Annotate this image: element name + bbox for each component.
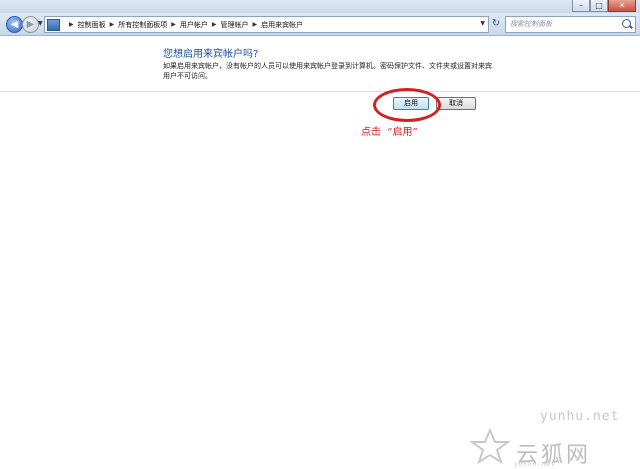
address-bar[interactable]: ▶ 控制面板 ▶ 所有控制面板项 ▶ 用户帐户 ▶ 管理帐户 ▶ 启用来宾帐户 …	[44, 16, 489, 33]
chevron-right-icon[interactable]: ▶	[212, 21, 217, 28]
breadcrumb-item-all-items[interactable]: 所有控制面板项	[118, 20, 167, 30]
annotation-text: 点击 “启用”	[361, 127, 418, 138]
refresh-button[interactable]: ↻	[490, 16, 502, 31]
main-content: 您想启用来宾帐户吗? 如果启用来宾帐户，没有帐户的人员可以使用来宾帐户登录到计算…	[0, 36, 640, 466]
page-title: 您想启用来宾帐户吗?	[163, 49, 259, 60]
highlight-circle	[373, 88, 441, 122]
window-controls: – □ ✕	[572, 0, 636, 12]
title-bar: – □ ✕	[0, 0, 640, 13]
back-button[interactable]: ◀	[6, 16, 23, 33]
watermark-star-icon	[470, 428, 510, 464]
navigation-toolbar: ◀ ▶ ▼ ▶ 控制面板 ▶ 所有控制面板项 ▶ 用户帐户 ▶ 管理帐户 ▶ 启…	[0, 13, 640, 36]
chevron-right-icon[interactable]: ▶	[110, 21, 115, 28]
recent-pages-dropdown-icon[interactable]: ▼	[38, 20, 43, 27]
search-icon	[622, 19, 631, 28]
watermark-domain: yunhu.net	[540, 409, 620, 424]
control-panel-icon	[47, 19, 60, 31]
watermark-subtitle: yunhu.net	[514, 461, 556, 468]
breadcrumb-item-user-accounts[interactable]: 用户帐户	[180, 20, 208, 30]
page-description: 如果启用来宾帐户，没有帐户的人员可以使用来宾帐户登录到计算机。密码保护文件、文件…	[163, 62, 492, 80]
chevron-right-icon[interactable]: ▶	[253, 21, 258, 28]
divider	[0, 91, 640, 92]
maximize-button[interactable]: □	[590, 0, 608, 12]
address-dropdown-icon[interactable]: ▼	[480, 20, 485, 27]
breadcrumb-item-enable-guest[interactable]: 启用来宾帐户	[261, 20, 303, 30]
close-button[interactable]: ✕	[608, 0, 636, 12]
cancel-button[interactable]: 取消	[436, 97, 476, 110]
breadcrumb: ▶ 控制面板 ▶ 所有控制面板项 ▶ 用户帐户 ▶ 管理帐户 ▶ 启用来宾帐户	[65, 17, 303, 32]
chevron-right-icon[interactable]: ▶	[69, 21, 74, 28]
chevron-right-icon[interactable]: ▶	[171, 21, 176, 28]
forward-button[interactable]: ▶	[22, 16, 39, 33]
minimize-button[interactable]: –	[572, 0, 590, 12]
search-input[interactable]: 搜索控制面板	[510, 17, 552, 32]
breadcrumb-item-manage-accounts[interactable]: 管理帐户	[221, 20, 249, 30]
search-box[interactable]: 搜索控制面板	[505, 16, 636, 33]
breadcrumb-item-control-panel[interactable]: 控制面板	[78, 20, 106, 30]
